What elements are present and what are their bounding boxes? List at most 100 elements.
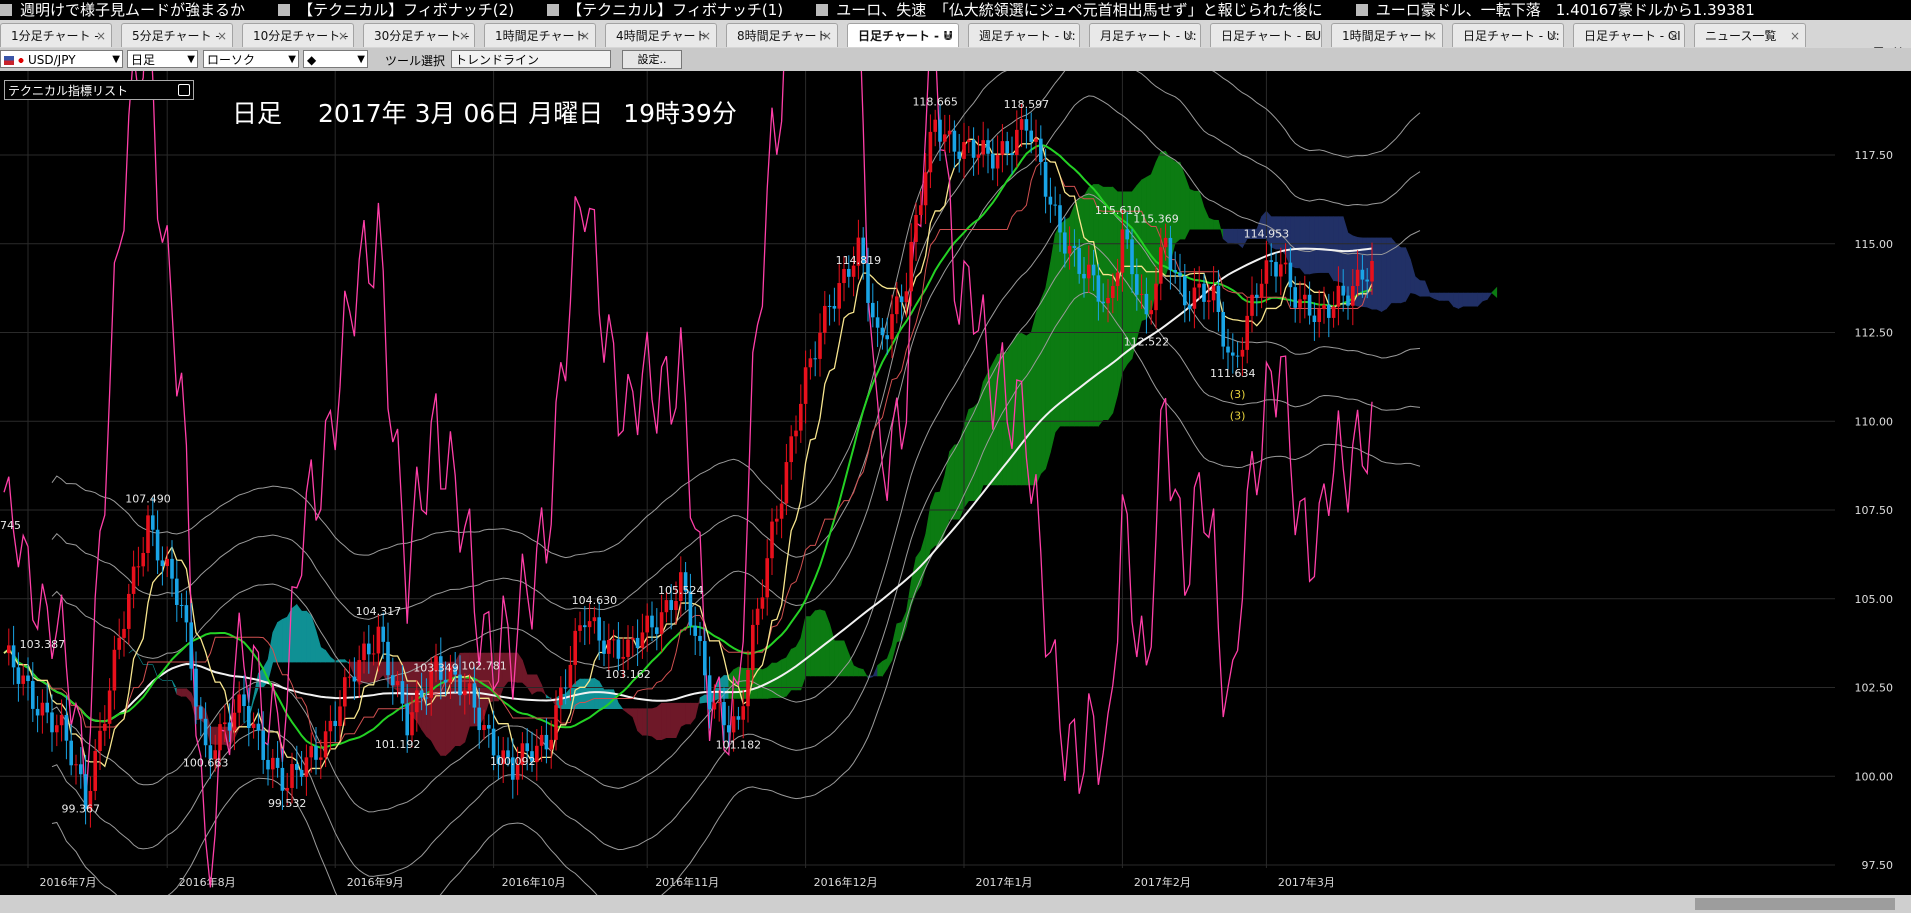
candle-down <box>295 764 299 770</box>
candle-down <box>50 712 54 733</box>
tab-5min-chart[interactable]: 5分足チャート - × <box>121 23 233 47</box>
candle-down <box>299 769 304 777</box>
close-icon[interactable]: × <box>1185 24 1195 47</box>
close-icon[interactable]: × <box>943 24 953 47</box>
news-ticker-item[interactable]: ユーロ、失速 「仏大統領選にジュペ元首相出馬せず」と報じられた後に <box>816 0 1323 20</box>
tab-daily-chart-usdjpy[interactable]: 日足チャート - U × <box>847 23 959 47</box>
indicator-list-panel[interactable]: テクニカル指標リスト <box>4 80 194 100</box>
drawing-tool-field[interactable]: トレンドライン <box>451 50 611 68</box>
candle-up <box>765 558 769 598</box>
ichimoku-cloud-segment <box>934 491 941 546</box>
candle-up <box>1355 269 1360 287</box>
candle-up <box>1245 315 1249 350</box>
tab-4hour-chart[interactable]: 4時間足チャート × <box>605 23 717 47</box>
candle-down <box>1231 352 1235 356</box>
close-icon[interactable]: × <box>1064 24 1074 47</box>
candle-down <box>458 674 462 696</box>
candle-up <box>136 566 141 568</box>
currency-pair-select[interactable]: USD/JPY ▼ <box>0 50 123 68</box>
close-icon[interactable]: × <box>1548 24 1558 47</box>
candle-down <box>616 639 621 659</box>
candle-up <box>995 154 1000 169</box>
candle-up <box>1111 286 1115 298</box>
candle-down <box>155 529 160 561</box>
chart-type-select[interactable]: ローソク ▼ <box>203 50 299 68</box>
candle-down <box>386 641 390 676</box>
collapse-icon[interactable] <box>178 84 190 96</box>
news-ticker-item[interactable]: ユーロ豪ドル、一転下落 1.40167豪ドルから1.39381 <box>1355 0 1755 20</box>
candle-up <box>640 632 645 648</box>
close-icon[interactable]: × <box>96 24 106 47</box>
tab-1hour-chart-2[interactable]: 1時間足チャート × <box>1331 23 1443 47</box>
tab-daily-chart-u[interactable]: 日足チャート - U: × <box>1452 23 1564 47</box>
tab-1hour-chart[interactable]: 1時間足チャート × <box>484 23 596 47</box>
chart-area[interactable]: 117.50 115.00 112.50 110.00 107.50 105.00 102.… <box>0 71 1911 913</box>
tab-10min-chart[interactable]: 10分足チャート - × <box>242 23 354 47</box>
candle-down <box>635 637 640 648</box>
tab-1min-chart[interactable]: 1分足チャート - × <box>0 23 112 47</box>
candle-down <box>1039 138 1043 162</box>
candle-down <box>11 645 16 668</box>
candle-down <box>1327 304 1331 318</box>
candle-down <box>722 702 726 726</box>
candle-down <box>203 718 208 746</box>
candle-style-select[interactable]: ◆ ▼ <box>303 50 368 68</box>
settings-button[interactable]: 設定.. <box>622 50 682 69</box>
candle-down <box>986 140 990 154</box>
candle-up <box>967 139 971 143</box>
candle-up <box>127 593 131 629</box>
candle-up <box>818 332 822 359</box>
candle-up <box>712 702 717 710</box>
ichimoku-cloud-segment <box>301 610 307 663</box>
candle-down <box>352 676 357 682</box>
candle-up <box>328 720 333 732</box>
price-chart[interactable]: 117.50 115.00 112.50 110.00 107.50 105.00 102.… <box>0 71 1911 913</box>
candle-up <box>770 521 774 559</box>
ichimoku-cloud-segment <box>1453 292 1459 309</box>
candle-up <box>923 172 928 206</box>
news-ticker-item[interactable]: 週明けで様子見ムードが強まるか <box>0 0 245 20</box>
close-icon[interactable]: × <box>217 24 227 47</box>
chevron-down-icon: ▼ <box>187 54 195 65</box>
close-icon[interactable]: × <box>1790 24 1800 47</box>
ichimoku-cloud-segment <box>1030 313 1037 486</box>
x-tick-label: 2017年1月 <box>976 875 1033 889</box>
y-tick-label: 107.50 <box>1855 504 1894 517</box>
candle-up <box>362 643 366 661</box>
news-ticker-item[interactable]: 【テクニカル】フィボナッチ(1) <box>547 0 783 20</box>
news-ticker-item[interactable]: 【テクニカル】フィボナッチ(2) <box>278 0 514 20</box>
close-icon[interactable]: × <box>459 24 469 47</box>
tab-weekly-chart[interactable]: 週足チャート - U: × <box>968 23 1080 47</box>
candle-up <box>1211 285 1216 301</box>
close-icon[interactable]: × <box>1306 24 1316 47</box>
tab-daily-chart-gbp[interactable]: 日足チャート - GI × <box>1573 23 1685 47</box>
close-icon[interactable]: × <box>1669 24 1679 47</box>
tab-news-list[interactable]: ニュース一覧 × <box>1694 23 1806 47</box>
tab-monthly-chart[interactable]: 月足チャート - U: × <box>1089 23 1201 47</box>
price-label: 112.522 <box>1124 336 1170 349</box>
scrollbar-thumb[interactable] <box>1695 898 1895 910</box>
ichimoku-cloud-segment <box>1016 332 1022 486</box>
candle-down <box>69 740 73 766</box>
tab-30min-chart[interactable]: 30分足チャート - × <box>363 23 475 47</box>
candle-down <box>847 268 851 277</box>
close-icon[interactable]: × <box>338 24 348 47</box>
horizontal-scrollbar[interactable] <box>0 895 1911 913</box>
period-select[interactable]: 日足 ▼ <box>127 50 198 68</box>
ichimoku-cloud-segment <box>1314 216 1320 274</box>
candle-up <box>103 723 107 731</box>
y-tick-label: 112.50 <box>1855 327 1894 340</box>
close-icon[interactable]: × <box>822 24 832 47</box>
tab-daily-chart-eur[interactable]: 日足チャート - EU × <box>1210 23 1322 47</box>
candle-up <box>1370 261 1374 282</box>
ichimoku-cloud-segment <box>339 659 346 663</box>
close-icon[interactable]: × <box>580 24 590 47</box>
candle-up <box>1034 138 1038 142</box>
tab-8hour-chart[interactable]: 8時間足チャート × <box>726 23 838 47</box>
candle-up <box>122 628 126 638</box>
candle-down <box>189 622 193 669</box>
close-icon[interactable]: × <box>1427 24 1437 47</box>
candle-down <box>261 730 265 760</box>
close-icon[interactable]: × <box>701 24 711 47</box>
candle-up <box>1303 294 1307 300</box>
